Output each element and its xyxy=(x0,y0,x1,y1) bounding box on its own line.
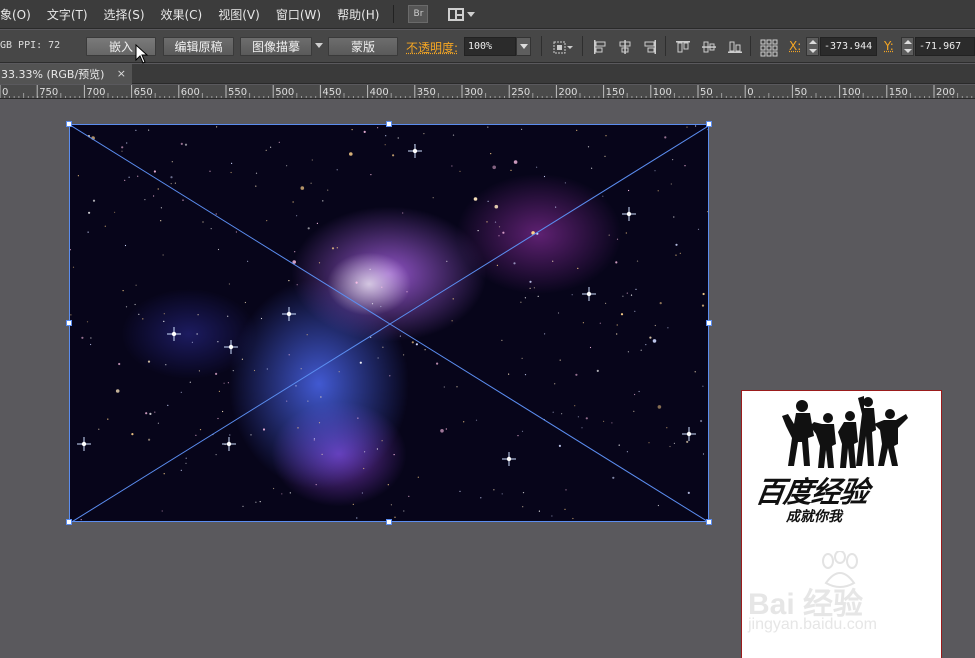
watermark-url: jingyan.baidu.com xyxy=(748,616,877,633)
ruler-label: 0 xyxy=(2,87,8,98)
opacity-input[interactable]: 100% xyxy=(464,37,516,56)
ruler-label: 650 xyxy=(134,87,153,98)
logo-subtitle: 成就你我 xyxy=(786,509,842,525)
x-position-input[interactable]: -373.944 xyxy=(820,37,877,56)
chevron-down-icon xyxy=(519,44,528,49)
menu-separator xyxy=(393,5,395,23)
resize-handle-bottom[interactable] xyxy=(386,519,392,525)
image-trace-dropdown-icon[interactable] xyxy=(315,43,323,48)
horizontal-ruler[interactable]: 0 750 700 650 600 550 500 450 400 350 300 250 200 150… xyxy=(0,85,975,99)
placed-image-cross-lines xyxy=(70,125,710,523)
align-horizontal-center-icon[interactable] xyxy=(617,39,633,55)
menu-object[interactable]: 象(O) xyxy=(0,6,39,23)
y-label[interactable]: Y: xyxy=(884,39,894,53)
menu-type[interactable]: 文字(T) xyxy=(39,6,96,23)
bridge-button[interactable]: Br xyxy=(408,5,429,23)
edit-original-button[interactable]: 编辑原稿 xyxy=(163,37,234,56)
image-info-text: GB PPI: 72 xyxy=(0,40,61,51)
mouse-cursor-icon xyxy=(135,44,149,64)
ruler-label: 250 xyxy=(511,87,530,98)
ruler-label: 200 xyxy=(558,87,577,98)
menu-effect[interactable]: 效果(C) xyxy=(153,6,211,23)
resize-handle-top-left[interactable] xyxy=(66,121,72,127)
ruler-label: 50 xyxy=(700,87,713,98)
menu-window[interactable]: 窗口(W) xyxy=(268,6,329,23)
logo-title: 百度经验 xyxy=(753,475,871,509)
ruler-label: 50 xyxy=(794,87,807,98)
align-left-icon[interactable] xyxy=(592,39,608,55)
ruler-label: 600 xyxy=(181,87,200,98)
resize-handle-left[interactable] xyxy=(66,320,72,326)
align-top-icon[interactable] xyxy=(675,39,691,55)
x-stepper[interactable] xyxy=(806,37,819,56)
y-stepper[interactable] xyxy=(901,37,914,56)
ruler-label: 550 xyxy=(228,87,247,98)
toolbar-separator xyxy=(750,36,751,56)
resize-handle-top-right[interactable] xyxy=(706,121,712,127)
artboard[interactable]: 百度经验 成就你我 Bai 经验 jingyan.baidu.com xyxy=(741,390,942,658)
menu-help[interactable]: 帮助(H) xyxy=(329,6,387,23)
toolbar-separator xyxy=(541,36,542,56)
ruler-label: 500 xyxy=(275,87,294,98)
ruler-label: 0 xyxy=(747,87,753,98)
align-to-selection-icon[interactable] xyxy=(552,39,573,55)
ruler-label: 300 xyxy=(464,87,483,98)
canvas-area[interactable]: 百度经验 成就你我 Bai 经验 jingyan.baidu.com xyxy=(0,100,975,658)
ruler-label: 150 xyxy=(606,87,625,98)
mask-button[interactable]: 蒙版 xyxy=(328,37,398,56)
align-bottom-icon[interactable] xyxy=(727,39,743,55)
resize-handle-top[interactable] xyxy=(386,121,392,127)
ruler-label: 750 xyxy=(39,87,58,98)
workspace-layout-icon xyxy=(448,7,465,21)
menu-select[interactable]: 选择(S) xyxy=(96,6,153,23)
ruler-label: 450 xyxy=(322,87,341,98)
ruler-ticks: 0 750 700 650 600 550 500 450 400 350 300 250 200 150… xyxy=(0,85,973,98)
ruler-label: 350 xyxy=(417,87,436,98)
ruler-label: 200 xyxy=(936,87,955,98)
selection-bounding-box[interactable] xyxy=(69,124,710,523)
align-right-icon[interactable] xyxy=(642,39,658,55)
image-trace-button[interactable]: 图像描摹 xyxy=(240,37,312,56)
close-icon[interactable]: × xyxy=(117,67,126,80)
toolbar-separator xyxy=(582,36,583,56)
toolbar-separator xyxy=(665,36,666,56)
workspace-switcher[interactable] xyxy=(448,7,476,21)
chevron-down-icon xyxy=(467,11,476,17)
ruler-label: 400 xyxy=(370,87,389,98)
menu-view[interactable]: 视图(V) xyxy=(210,6,268,23)
resize-handle-bottom-right[interactable] xyxy=(706,519,712,525)
opacity-dropdown[interactable] xyxy=(516,37,531,56)
reference-point-icon[interactable] xyxy=(760,39,778,57)
document-tab[interactable]: 33.33% (RGB/预览) × xyxy=(0,64,132,84)
x-label[interactable]: X: xyxy=(789,39,801,53)
dancing-people-silhouette-icon xyxy=(782,396,908,468)
resize-handle-right[interactable] xyxy=(706,320,712,326)
menu-bar: 象(O) 文字(T) 选择(S) 效果(C) 视图(V) 窗口(W) 帮助(H)… xyxy=(0,0,975,29)
y-position-input[interactable]: -71.967 xyxy=(915,37,975,56)
align-vertical-center-icon[interactable] xyxy=(701,39,717,55)
ruler-label: 100 xyxy=(842,87,861,98)
resize-handle-bottom-left[interactable] xyxy=(66,519,72,525)
ruler-label: 700 xyxy=(86,87,105,98)
document-tab-bar: 33.33% (RGB/预览) × xyxy=(0,64,975,84)
document-tab-title: 33.33% (RGB/预览) xyxy=(1,68,105,81)
ruler-label: 150 xyxy=(889,87,908,98)
ruler-label: 100 xyxy=(653,87,672,98)
opacity-label[interactable]: 不透明度: xyxy=(406,39,458,56)
